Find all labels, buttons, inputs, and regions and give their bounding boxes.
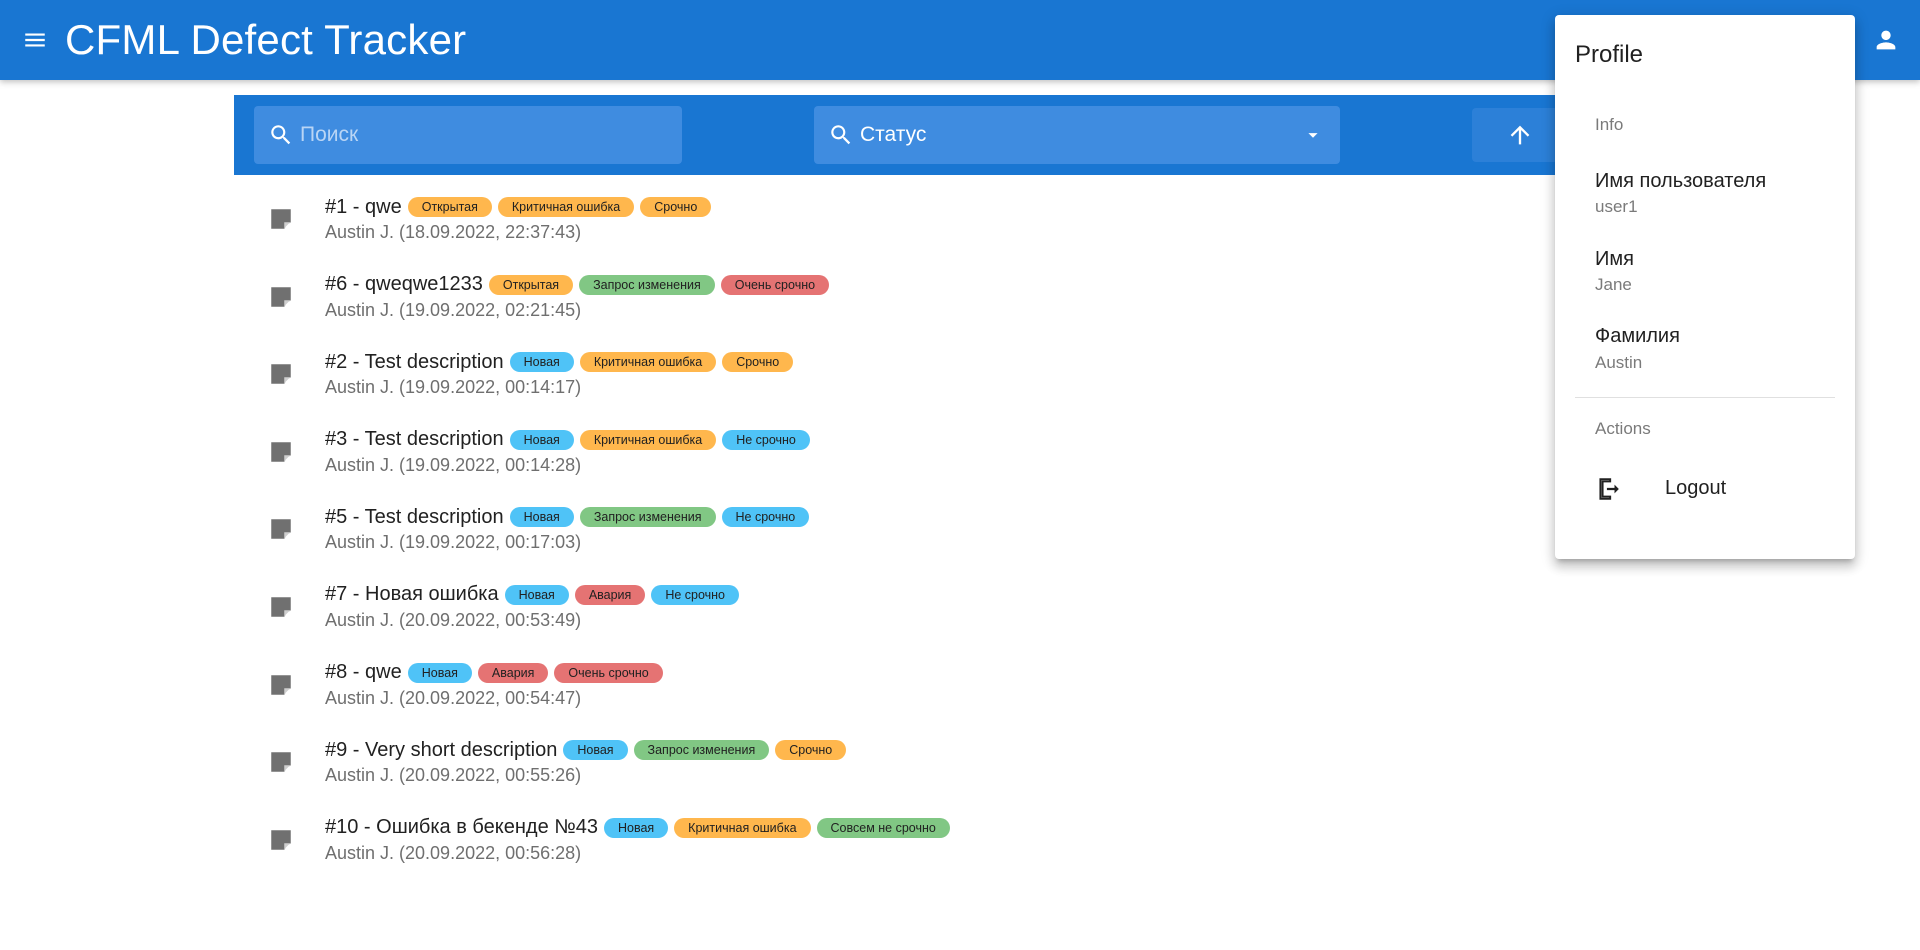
issue-author-date: Austin J. (19.09.2022, 00:14:28) (325, 454, 582, 475)
status-chip: Открытая (407, 197, 492, 217)
issue-author-date: Austin J. (19.09.2022, 00:14:17) (325, 377, 582, 398)
status-chip: Новая (603, 817, 669, 838)
priority-chip: Срочно (722, 352, 794, 373)
type-chip: Авария (477, 662, 549, 683)
priority-chip: Очень срочно (554, 662, 663, 683)
type-chip: Критичная ошибка (579, 352, 717, 373)
menu-button[interactable] (15, 20, 55, 60)
info-section-header: Info (1595, 115, 1624, 134)
sticky-note-icon (271, 674, 291, 695)
status-select-value: Статус (860, 123, 927, 146)
arrow-up-icon (1510, 125, 1530, 145)
issue-title: #3 - Test description (325, 428, 504, 451)
issue-author-date: Austin J. (18.09.2022, 22:37:43) (325, 222, 582, 242)
type-chip: Критичная ошибка (497, 197, 635, 217)
menu-divider (1575, 397, 1835, 398)
type-chip: Запрос изменения (633, 740, 770, 761)
issue-title: #1 - qwe (325, 195, 402, 218)
app-title: CFML Defect Tracker (65, 16, 467, 63)
sticky-note-icon (271, 209, 291, 229)
sticky-note-icon (271, 442, 291, 462)
sort-order-button[interactable] (1472, 108, 1568, 162)
logout-icon (1599, 478, 1619, 500)
priority-chip: Совсем не срочно (816, 817, 950, 838)
issue-author-date: Austin J. (20.09.2022, 00:54:47) (325, 687, 582, 708)
status-chip: Новая (407, 662, 472, 683)
type-chip: Запрос изменения (579, 274, 715, 295)
issue-author-date: Austin J. (20.09.2022, 00:56:28) (325, 842, 582, 863)
logout-button[interactable]: Logout (1575, 463, 1835, 515)
priority-chip: Срочно (640, 197, 712, 217)
sticky-note-icon (271, 752, 291, 772)
issue-title: #5 - Test description (325, 505, 504, 528)
search-icon (271, 125, 291, 145)
issue-author-date: Austin J. (19.09.2022, 02:21:45) (325, 299, 582, 320)
filter-toolbar: Поиск Статус (234, 95, 1686, 175)
issue-row[interactable]: #6 - qweqwe1233 Открытая Запрос изменени… (234, 254, 1534, 332)
hamburger-menu-icon (25, 33, 45, 47)
sticky-note-icon (271, 364, 291, 384)
username-label: Имя пользователя (1595, 170, 1767, 192)
issue-title: #7 - Новая ошибка (325, 583, 499, 606)
person-icon (1876, 30, 1896, 50)
status-chip: Новая (509, 507, 574, 528)
issue-title: #8 - qwe (325, 661, 402, 684)
last-name-label: Фамилия (1595, 325, 1680, 347)
sticky-note-icon (271, 519, 291, 540)
type-chip: Критичная ошибка (674, 817, 811, 838)
issue-list: #1 - qwe Открытая Критичная ошибка Срочн… (234, 176, 1534, 874)
issue-row[interactable]: #1 - qwe Открытая Критичная ошибка Срочн… (234, 176, 1534, 254)
issue-row[interactable]: #5 - Test description Новая Запрос измен… (234, 486, 1534, 564)
actions-section-header: Actions (1595, 419, 1651, 438)
status-chip: Новая (563, 740, 628, 761)
type-chip: Авария (574, 584, 646, 605)
logout-label: Logout (1665, 477, 1727, 499)
issue-row[interactable]: #8 - qwe Новая Авария Очень срочно Austi… (234, 642, 1534, 720)
issue-title: #10 - Ошибка в бекенде №43 (325, 816, 598, 839)
issue-row[interactable]: #3 - Test description Новая Критичная ош… (234, 409, 1534, 487)
first-name-label: Имя (1595, 248, 1634, 270)
status-chip: Открытая (488, 274, 574, 295)
priority-chip: Очень срочно (720, 274, 830, 295)
status-chip: Новая (509, 352, 574, 373)
issue-author-date: Austin J. (20.09.2022, 00:53:49) (325, 609, 582, 630)
issue-author-date: Austin J. (20.09.2022, 00:55:26) (325, 765, 582, 786)
issue-author-date: Austin J. (19.09.2022, 00:17:03) (325, 532, 582, 553)
username-value: user1 (1595, 197, 1638, 216)
issue-row[interactable]: #7 - Новая ошибка Новая Авария Не срочно… (234, 564, 1534, 642)
dropdown-caret-icon (1308, 133, 1318, 138)
first-name-value: Jane (1595, 275, 1632, 294)
search-placeholder: Поиск (300, 123, 359, 146)
issue-title: #2 - Test description (325, 350, 504, 373)
profile-menu: Profile Info Имя пользователя user1 Имя … (1555, 15, 1855, 559)
issue-row[interactable]: #10 - Ошибка в бекенде №43 Новая Критичн… (234, 797, 1534, 875)
sticky-note-icon (271, 597, 291, 617)
issue-row[interactable]: #2 - Test description Новая Критичная ош… (234, 331, 1534, 409)
priority-chip: Не срочно (721, 507, 810, 528)
sticky-note-icon (271, 286, 291, 307)
sticky-note-icon (271, 830, 291, 850)
type-chip: Критичная ошибка (579, 429, 717, 450)
status-chip: Новая (509, 429, 574, 450)
issue-row[interactable]: #9 - Very short description Новая Запрос… (234, 719, 1534, 797)
priority-chip: Не срочно (651, 584, 740, 605)
priority-chip: Не срочно (722, 429, 810, 450)
last-name-value: Austin (1595, 353, 1643, 372)
status-select[interactable]: Статус (814, 106, 1340, 164)
search-icon (831, 125, 851, 145)
account-button[interactable] (1866, 20, 1906, 60)
status-chip: Новая (504, 584, 569, 605)
type-chip: Запрос изменения (579, 507, 716, 528)
issue-title: #9 - Very short description (325, 738, 558, 761)
priority-chip: Срочно (775, 740, 847, 761)
issue-title: #6 - qweqwe1233 (325, 273, 483, 296)
search-input[interactable]: Поиск (254, 106, 682, 164)
profile-menu-title: Profile (1575, 41, 1644, 68)
